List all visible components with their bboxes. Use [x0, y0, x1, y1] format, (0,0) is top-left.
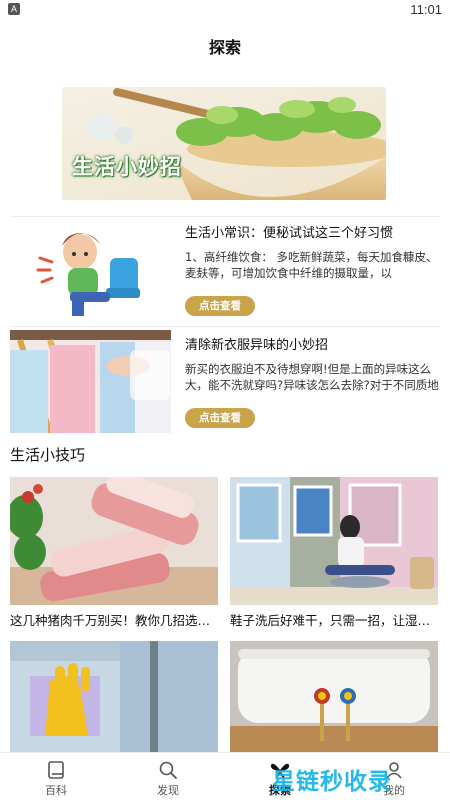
- tip-image-cleaning: [10, 641, 218, 752]
- tip-caption: 这几种猪肉千万别买！教你几招选…: [10, 613, 211, 628]
- banner-salad-image: [62, 87, 386, 200]
- article-thumbnail: [10, 218, 171, 321]
- watermark: 星链秒收录: [272, 769, 392, 795]
- constipation-illustration: [10, 218, 171, 321]
- tab-label: 百科: [45, 784, 67, 797]
- article-summary: 1、高纤维饮食： 多吃新鲜蔬菜，每天加食糠皮、麦麸等，可增加饮食中纤维的摄取量，…: [185, 250, 438, 280]
- tip-card[interactable]: [230, 641, 438, 760]
- section-title: 生活小技巧: [10, 446, 86, 464]
- search-icon: [159, 761, 177, 779]
- tip-card[interactable]: 这几种猪肉千万别买！教你几招选…: [10, 477, 218, 629]
- article-title: 清除新衣服异味的小妙招: [185, 338, 329, 353]
- article-summary: 新买的衣服迫不及待想穿啊!但是上面的异味这么大，能不洗就穿吗?异味该怎么去除?对…: [185, 362, 439, 392]
- view-button[interactable]: 点击查看: [185, 408, 255, 428]
- tab-discover[interactable]: 发现: [112, 753, 224, 800]
- tip-card[interactable]: [10, 641, 218, 760]
- article-card[interactable]: 生活小常识：便秘试试这三个好习惯 1、高纤维饮食： 多吃新鲜蔬菜，每天加食糠皮、…: [10, 218, 440, 321]
- tip-image-water-heater: [230, 641, 438, 752]
- tab-baike[interactable]: 百科: [0, 753, 112, 800]
- tab-label: 发现: [157, 784, 179, 797]
- app-badge: A: [8, 3, 20, 15]
- book-icon: [48, 761, 64, 779]
- page-title: 探索: [208, 38, 241, 57]
- tip-caption: 鞋子洗后好难干，只需一招，让湿…: [230, 613, 431, 628]
- article-info: 生活小常识：便秘试试这三个好习惯 1、高纤维饮食： 多吃新鲜蔬菜，每天加食糠皮、…: [185, 218, 440, 281]
- view-button[interactable]: 点击查看: [185, 296, 255, 316]
- divider: [10, 216, 440, 217]
- tip-card[interactable]: 鞋子洗后好难干，只需一招，让湿…: [230, 477, 438, 629]
- clothes-rack-photo: [10, 330, 171, 433]
- banner[interactable]: 生活小妙招: [62, 87, 386, 200]
- status-bar: A 11:01: [0, 0, 450, 20]
- tip-image-pork: [10, 477, 218, 605]
- divider: [10, 326, 440, 327]
- article-title: 生活小常识：便秘试试这三个好习惯: [185, 226, 394, 241]
- article-info: 清除新衣服异味的小妙招 新买的衣服迫不及待想穿啊!但是上面的异味这么大，能不洗就…: [185, 330, 440, 393]
- tip-image-shoes: [230, 477, 438, 605]
- article-thumbnail: [10, 330, 171, 433]
- banner-title: 生活小妙招: [72, 155, 182, 179]
- status-time: 11:01: [410, 2, 442, 17]
- article-card[interactable]: 清除新衣服异味的小妙招 新买的衣服迫不及待想穿啊!但是上面的异味这么大，能不洗就…: [10, 330, 440, 433]
